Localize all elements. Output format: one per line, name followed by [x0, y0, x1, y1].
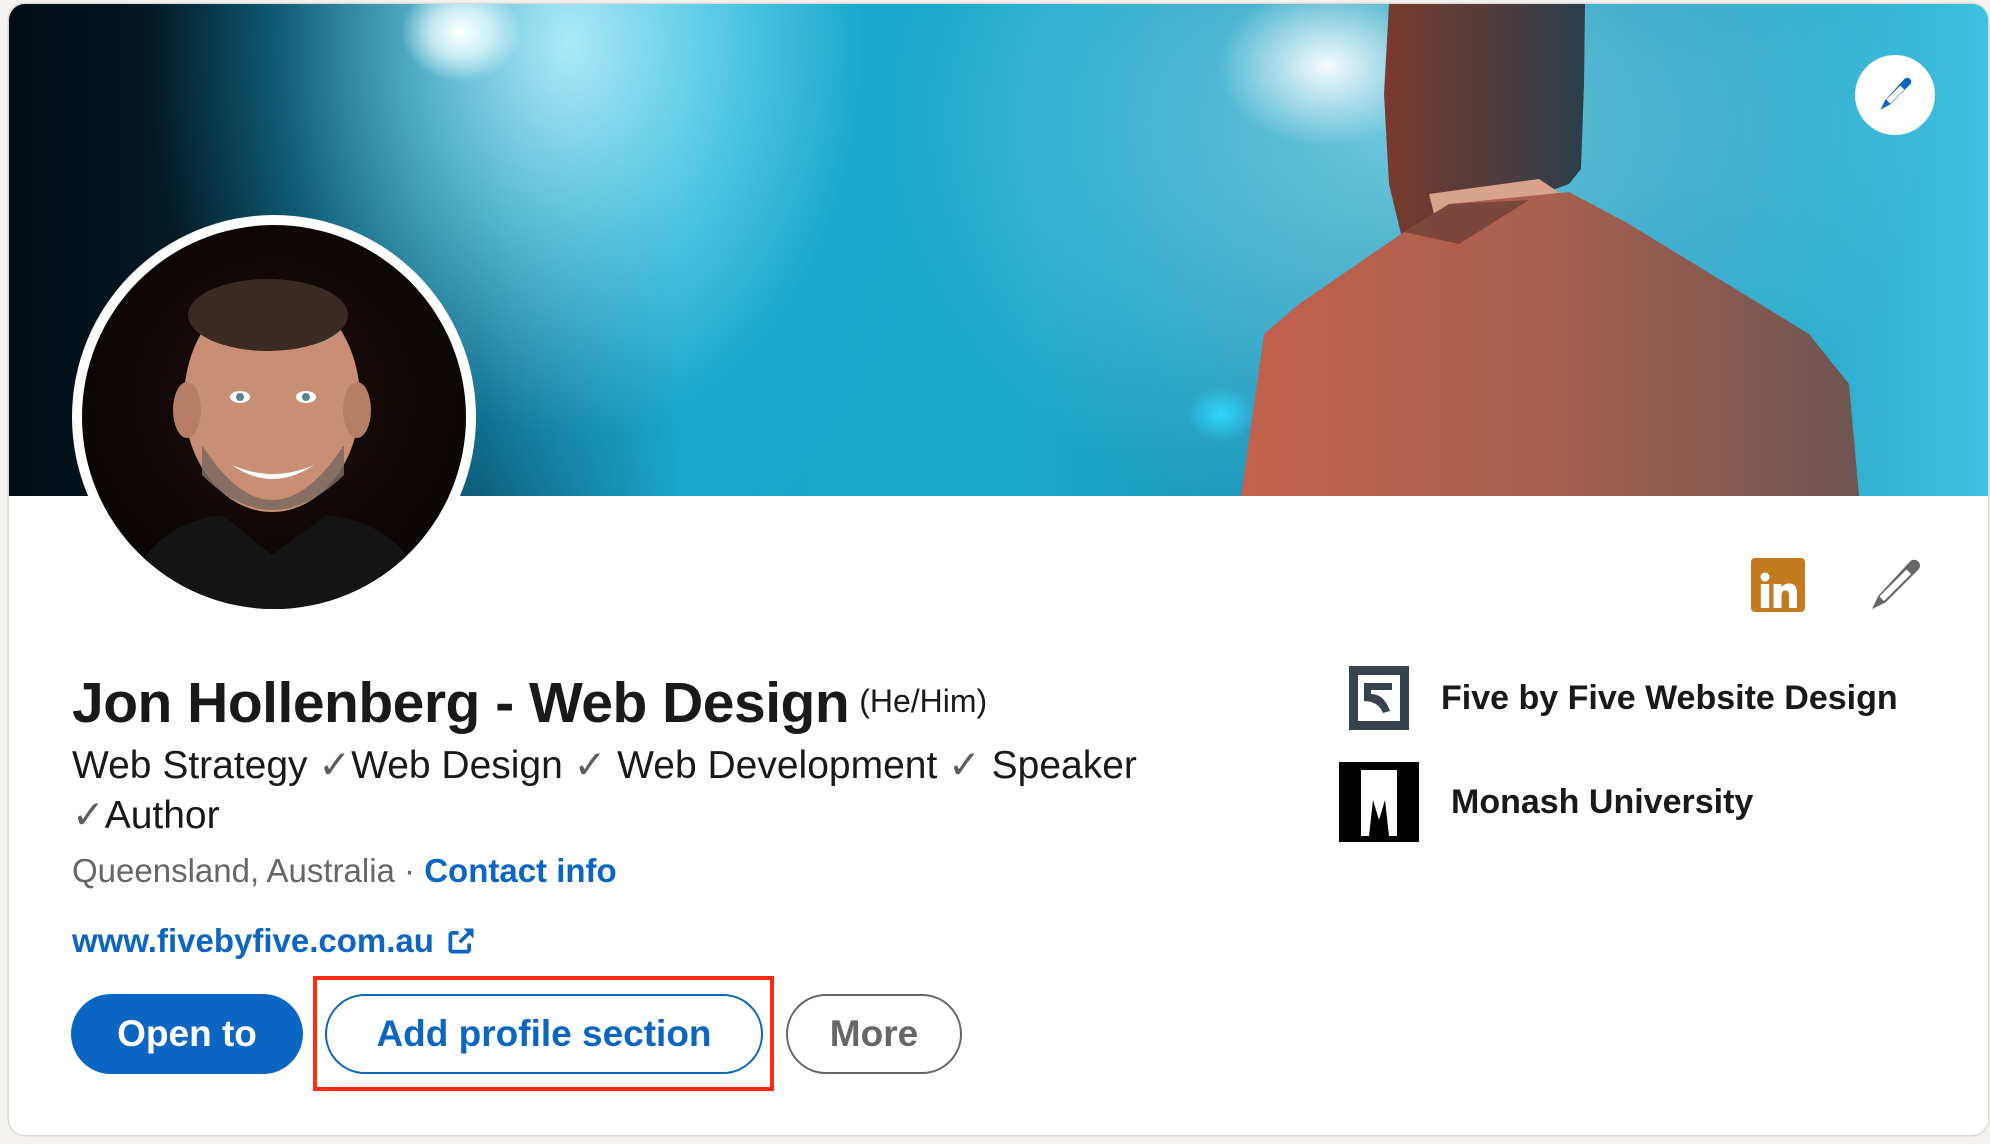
website-link[interactable]: www.fivebyfive.com.au [72, 922, 476, 960]
checkmark-icon: ✓ [573, 744, 607, 787]
headline-text: Web Development [606, 744, 949, 787]
headline-line-2: ✓Author [72, 791, 1222, 841]
external-link-icon [448, 928, 474, 954]
pencil-icon [1872, 559, 1920, 609]
profile-photo-image [82, 225, 466, 609]
profile-name: Jon Hollenberg - Web Design [72, 671, 850, 735]
edit-intro-button[interactable] [1865, 556, 1925, 616]
edit-banner-button[interactable] [1855, 55, 1935, 135]
location-row: Queensland, Australia · Contact info [72, 852, 617, 890]
org-monash-university[interactable]: Monash University [1339, 762, 1753, 842]
headline-text: Web Strategy [72, 744, 319, 787]
linkedin-icon[interactable] [1751, 558, 1805, 612]
linkedin-in-glyph [1760, 572, 1797, 608]
org-name: Five by Five Website Design [1441, 678, 1898, 717]
org-name: Monash University [1451, 782, 1754, 821]
profile-name-row: Jon Hollenberg - Web Design (He/Him) [72, 670, 987, 736]
profile-pronouns: (He/Him) [859, 683, 988, 719]
add-profile-section-button[interactable]: Add profile section [325, 994, 763, 1074]
profile-intro-card: Jon Hollenberg - Web Design (He/Him) Web … [9, 4, 1988, 1135]
pencil-icon [1880, 77, 1912, 110]
headline-text: Author [104, 794, 220, 837]
headline-text: Speaker [980, 744, 1137, 787]
five-by-five-logo [1349, 666, 1409, 730]
profile-headline: Web Strategy ✓Web Design ✓ Web Developme… [72, 741, 1222, 841]
checkmark-icon: ✓ [318, 744, 352, 787]
separator-dot: · [394, 852, 425, 889]
headline-line-1: Web Strategy ✓Web Design ✓ Web Developme… [72, 741, 1222, 791]
monash-logo [1339, 762, 1419, 842]
contact-info-link[interactable]: Contact info [424, 852, 616, 889]
org-five-by-five[interactable]: Five by Five Website Design [1339, 666, 1898, 730]
headline-text: Web Design [351, 744, 574, 787]
checkmark-icon: ✓ [948, 744, 981, 787]
open-to-button[interactable]: Open to [71, 994, 303, 1074]
website-url: www.fivebyfive.com.au [72, 922, 434, 959]
profile-photo[interactable] [72, 215, 476, 619]
checkmark-icon: ✓ [72, 794, 105, 837]
more-button[interactable]: More [786, 994, 962, 1074]
profile-location: Queensland, Australia [72, 852, 395, 889]
